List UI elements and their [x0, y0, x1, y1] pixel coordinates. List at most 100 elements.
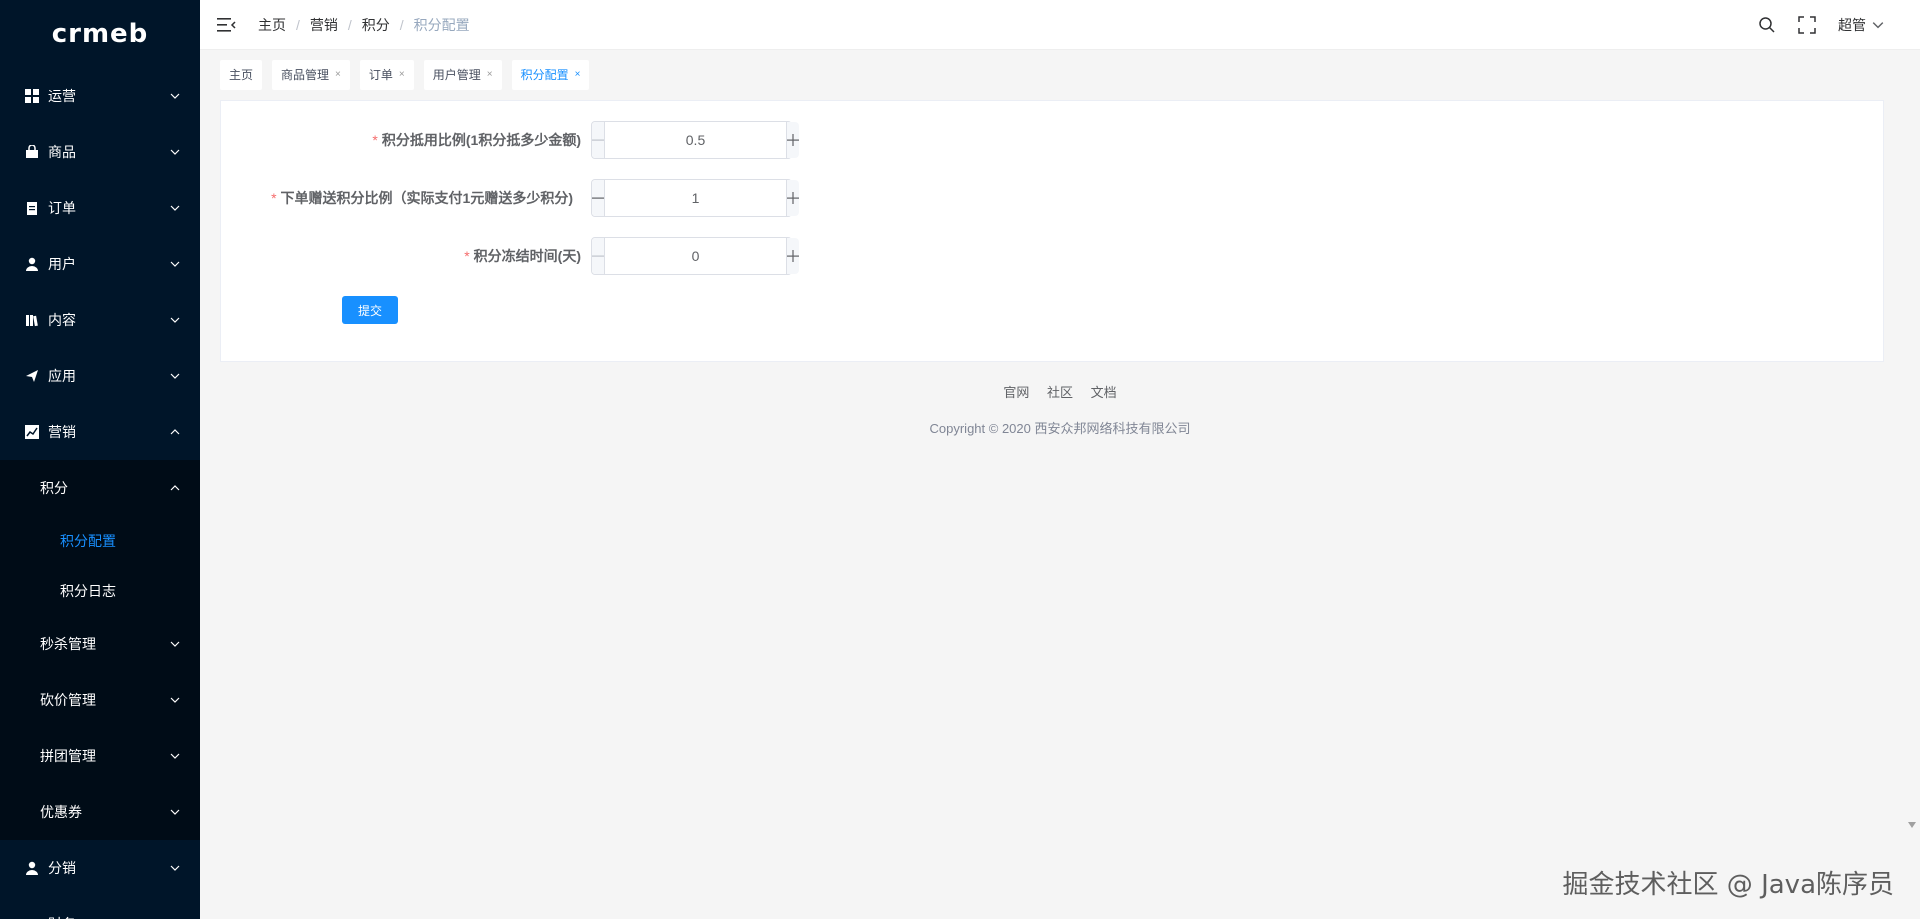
search-icon[interactable]	[1758, 16, 1776, 34]
minus-icon	[592, 197, 604, 199]
logo[interactable]: crmeb	[0, 0, 200, 68]
deduction-ratio-input[interactable]	[605, 122, 786, 158]
sidebar-item-points[interactable]: 积分	[0, 460, 200, 516]
required-mark: *	[464, 248, 470, 264]
sidebar-item-label: 积分配置	[60, 533, 116, 549]
user-name: 超管	[1838, 17, 1866, 33]
breadcrumb-separator: /	[347, 16, 352, 33]
user-menu[interactable]: 超管	[1838, 15, 1884, 35]
sidebar-item-bargain[interactable]: 砍价管理	[0, 672, 200, 728]
chevron-up-icon	[170, 485, 180, 491]
breadcrumb-points[interactable]: 积分	[362, 15, 390, 35]
breadcrumb-separator: /	[399, 16, 404, 33]
sidebar-item-label: 秒杀管理	[40, 636, 96, 652]
sidebar-item-points-log[interactable]: 积分日志	[0, 566, 200, 616]
copyright: Copyright © 2020 西安众邦网络科技有限公司	[929, 421, 1191, 436]
sidebar-item-points-config[interactable]: 积分配置	[0, 516, 200, 566]
menu-fold-icon[interactable]	[216, 15, 236, 35]
form-row-gift-ratio: * 下单赠送积分比例（实际支付1元赠送多少积分)	[221, 179, 573, 217]
tag-orders[interactable]: 订单 ×	[359, 60, 414, 90]
submit-button[interactable]: 提交	[342, 296, 398, 324]
form-label-text: 下单赠送积分比例（实际支付1元赠送多少积分)	[280, 190, 573, 206]
breadcrumb: 主页 / 营销 / 积分 / 积分配置	[258, 15, 470, 35]
sidebar-item-label: 财务	[48, 914, 76, 919]
footer-link-community[interactable]: 社区	[1047, 385, 1073, 400]
shopping-bag-icon	[24, 144, 40, 160]
sidebar-item-orders[interactable]: 订单	[0, 180, 200, 236]
fullscreen-icon[interactable]	[1798, 16, 1816, 34]
sidebar-item-marketing[interactable]: 营销	[0, 404, 200, 460]
sidebar-item-users[interactable]: 用户	[0, 236, 200, 292]
paper-plane-icon	[24, 368, 40, 384]
scrollbar-down-arrow[interactable]	[1908, 822, 1916, 828]
minus-icon	[592, 255, 604, 257]
deduction-ratio-stepper	[591, 121, 799, 159]
decrement-button[interactable]	[592, 238, 605, 274]
gift-ratio-input[interactable]	[605, 180, 786, 216]
tag-product-management[interactable]: 商品管理 ×	[272, 60, 350, 90]
chevron-down-icon	[170, 149, 180, 155]
sidebar-item-apps[interactable]: 应用	[0, 348, 200, 404]
increment-button[interactable]	[786, 238, 799, 274]
freeze-days-input[interactable]	[605, 238, 786, 274]
tag-label: 订单	[368, 68, 393, 82]
plus-icon	[787, 134, 799, 146]
chevron-down-icon	[170, 641, 180, 647]
decrement-button[interactable]	[592, 180, 605, 216]
close-icon[interactable]: ×	[399, 60, 405, 90]
sidebar-item-coupon[interactable]: 优惠券	[0, 784, 200, 840]
required-mark: *	[372, 132, 378, 148]
form-row-deduction-ratio: * 积分抵用比例(1积分抵多少金额)	[221, 121, 581, 159]
minus-icon	[592, 139, 604, 141]
clipboard-icon	[24, 200, 40, 216]
user-icon	[24, 256, 40, 272]
tag-home[interactable]: 主页	[220, 60, 263, 90]
close-icon[interactable]: ×	[575, 60, 581, 90]
breadcrumb-marketing[interactable]: 营销	[310, 15, 338, 35]
chevron-down-icon	[170, 753, 180, 759]
tag-label: 用户管理	[432, 68, 481, 82]
tag-user-management[interactable]: 用户管理 ×	[423, 60, 502, 90]
breadcrumb-home[interactable]: 主页	[258, 15, 286, 35]
tag-points-config[interactable]: 积分配置 ×	[511, 60, 590, 90]
chevron-down-icon	[170, 697, 180, 703]
plus-icon	[787, 192, 799, 204]
decrement-button[interactable]	[592, 122, 605, 158]
chevron-down-icon	[170, 93, 180, 99]
sidebar-item-label: 订单	[48, 200, 76, 216]
footer-link-docs[interactable]: 文档	[1091, 385, 1117, 400]
dashboard-icon	[24, 88, 40, 104]
tags-view: 主页 商品管理 × 订单 × 用户管理 × 积分配置 ×	[220, 60, 599, 90]
sidebar-item-operations[interactable]: 运营	[0, 68, 200, 124]
sidebar-item-label: 营销	[48, 424, 76, 440]
points-config-form: *积分抵用比例(1积分抵多少金额) *下单赠送积分比例（实际支付1元赠送多少积分…	[220, 100, 1884, 362]
chevron-down-icon	[170, 373, 180, 379]
marketing-submenu: 积分 积分配置 积分日志 秒杀管理 砍价管理 拼团管理 优惠券	[0, 460, 200, 840]
sidebar-item-group[interactable]: 拼团管理	[0, 728, 200, 784]
chevron-down-icon	[170, 317, 180, 323]
breadcrumb-separator: /	[296, 16, 300, 33]
footer-link-website[interactable]: 官网	[1003, 385, 1029, 400]
logo-text: crmeb	[51, 19, 149, 49]
increment-button[interactable]	[786, 122, 799, 158]
sidebar-item-seckill[interactable]: 秒杀管理	[0, 616, 200, 672]
plus-icon	[787, 250, 799, 262]
form-row-freeze-days: * 积分冻结时间(天)	[221, 237, 581, 275]
sidebar-item-label: 用户	[48, 256, 76, 272]
sidebar-item-label: 商品	[48, 144, 76, 160]
chevron-down-icon	[170, 809, 180, 815]
chevron-down-icon	[170, 865, 180, 871]
sidebar-item-distribution[interactable]: 分销	[0, 840, 200, 896]
increment-button[interactable]	[786, 180, 799, 216]
sidebar-item-label: 积分	[40, 480, 68, 496]
user-icon	[24, 860, 40, 876]
form-label-text: 积分冻结时间(天)	[473, 248, 581, 264]
tag-label: 积分配置	[520, 68, 569, 82]
sidebar-item-products[interactable]: 商品	[0, 124, 200, 180]
required-mark: *	[271, 190, 277, 206]
form-label: * 下单赠送积分比例（实际支付1元赠送多少积分)	[271, 188, 573, 208]
sidebar-item-content[interactable]: 内容	[0, 292, 200, 348]
close-icon[interactable]: ×	[487, 60, 493, 90]
sidebar-item-finance[interactable]: 财务	[0, 896, 200, 919]
close-icon[interactable]: ×	[335, 60, 341, 90]
